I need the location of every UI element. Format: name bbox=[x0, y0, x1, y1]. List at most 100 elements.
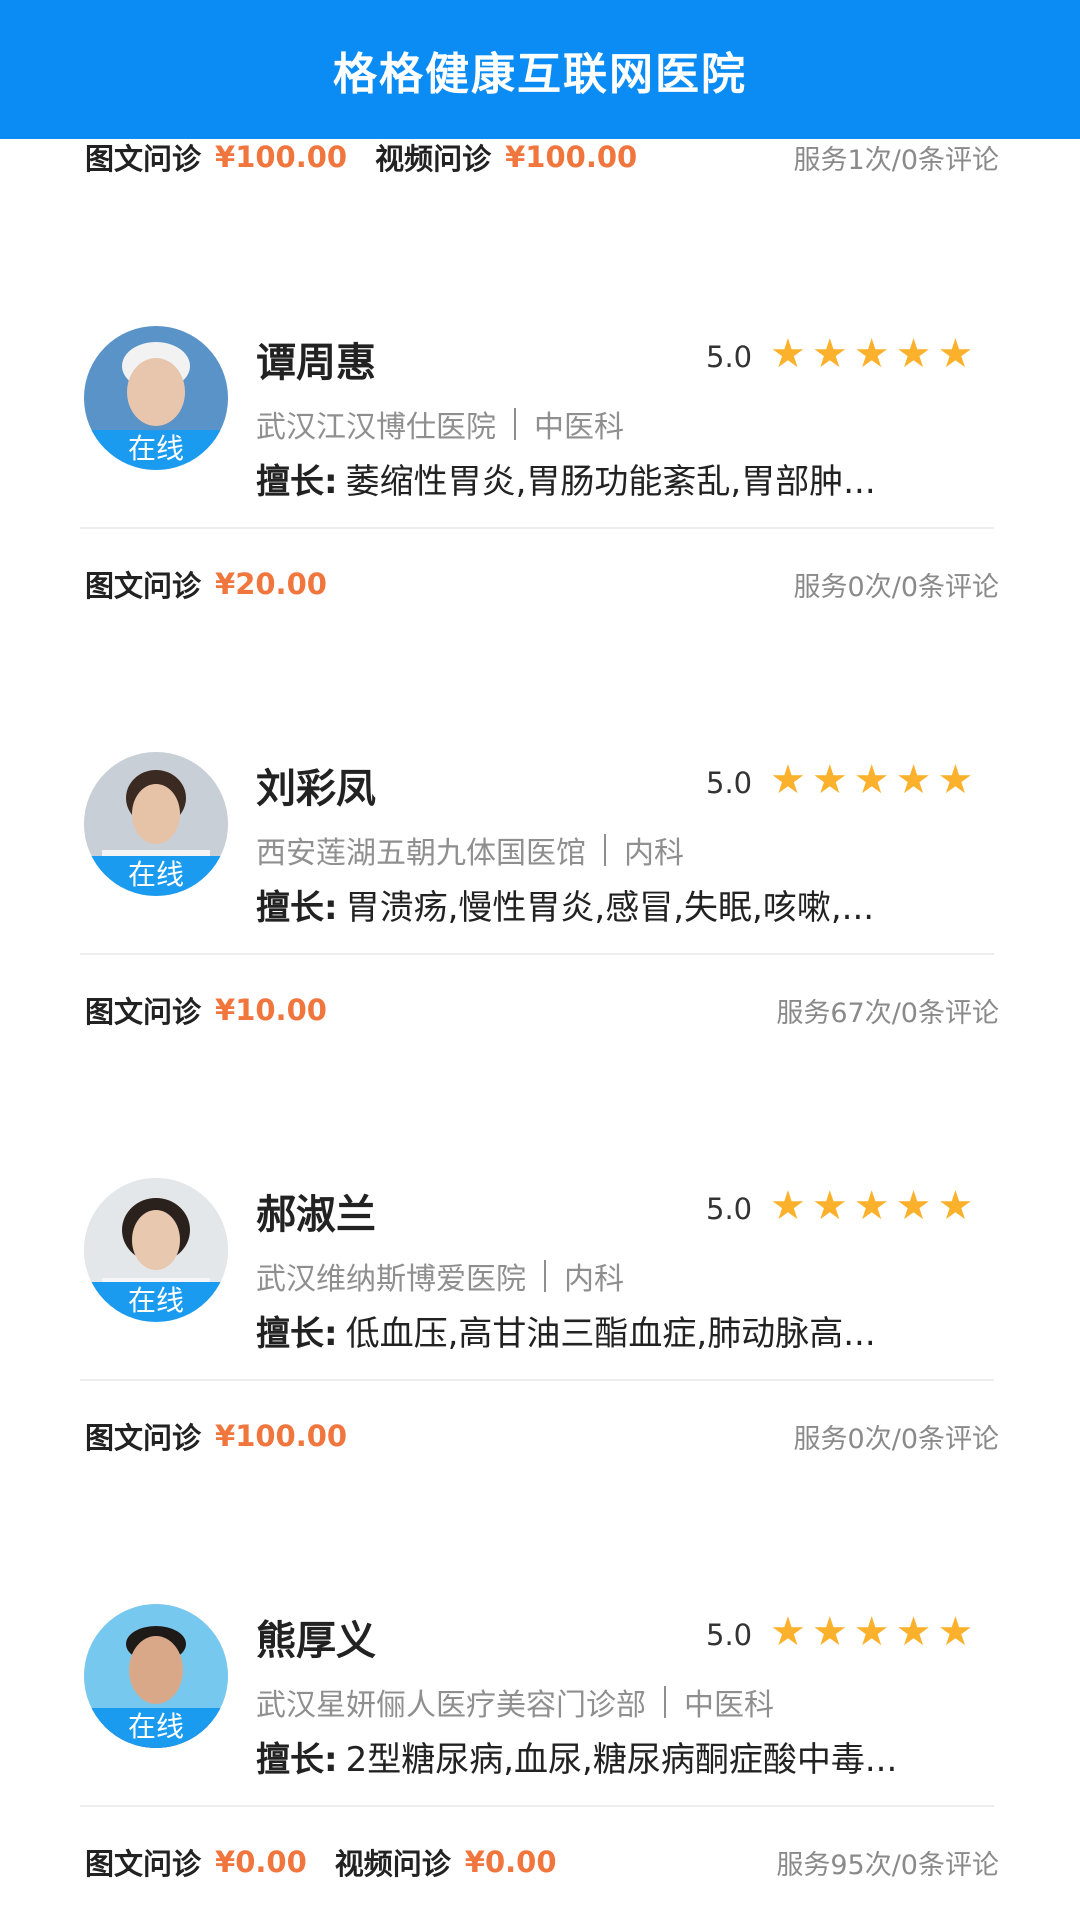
star-icon: ★ bbox=[853, 1183, 890, 1229]
service-label: 图文问诊 bbox=[85, 142, 202, 176]
star-icon: ★ bbox=[770, 331, 806, 377]
star-icon: ★ bbox=[770, 1183, 806, 1229]
service-price: ¥100.00 bbox=[215, 140, 348, 174]
service-stats: 服务95次/0条评论 bbox=[776, 1849, 999, 1881]
service-item[interactable]: 视频问诊 ¥0.00 bbox=[335, 1841, 557, 1883]
skill-text: 低血压,高甘油三酯血症,肺动脉高... bbox=[345, 1314, 876, 1354]
service-item[interactable]: 图文问诊 ¥100.00 bbox=[85, 136, 347, 178]
app-root: 格格健康互联网医院 图文问诊 ¥100.00 视频问诊 ¥100.00 服务1次… bbox=[0, 0, 1080, 1920]
service-item[interactable]: 视频问诊 ¥100.00 bbox=[375, 136, 637, 178]
star-icon: ★ bbox=[937, 1183, 974, 1229]
hospital-line: 武汉维纳斯博爱医院 内科 bbox=[256, 1254, 624, 1298]
doctor-avatar: 在线 bbox=[84, 1604, 228, 1748]
skill-label: 擅长: bbox=[256, 1740, 338, 1780]
service-stats: 服务0次/0条评论 bbox=[793, 571, 999, 603]
service-price: ¥100.00 bbox=[505, 140, 638, 174]
page-title: 格格健康互联网医院 bbox=[333, 48, 747, 100]
app-header: 格格健康互联网医院 bbox=[0, 0, 1080, 139]
service-stats: 服务67次/0条评论 bbox=[776, 997, 999, 1029]
skill-label: 擅长: bbox=[256, 462, 338, 502]
star-icon: ★ bbox=[811, 1183, 848, 1229]
separator bbox=[604, 834, 606, 866]
service-label: 图文问诊 bbox=[85, 995, 202, 1029]
star-icon: ★ bbox=[937, 1609, 974, 1655]
hospital-name: 武汉星妍俪人医疗美容门诊部 bbox=[256, 1688, 646, 1723]
divider bbox=[80, 1805, 994, 1807]
skill-label: 擅长: bbox=[256, 888, 338, 928]
rating-stars: ★ ★ ★ ★ ★ bbox=[770, 758, 979, 802]
star-icon: ★ bbox=[895, 1183, 932, 1229]
skill-line: 擅长: 低血压,高甘油三酯血症,肺动脉高... bbox=[256, 1306, 996, 1355]
service-item[interactable]: 图文问诊 ¥100.00 bbox=[85, 1415, 347, 1457]
hospital-line: 武汉星妍俪人医疗美容门诊部 中医科 bbox=[256, 1680, 774, 1724]
star-icon: ★ bbox=[770, 757, 806, 803]
service-price: ¥20.00 bbox=[215, 567, 327, 601]
department-name: 内科 bbox=[624, 836, 684, 871]
service-row[interactable]: 图文问诊 ¥20.00 服务0次/0条评论 bbox=[85, 554, 999, 614]
separator bbox=[664, 1686, 666, 1718]
doctor-card[interactable]: 在线 郝淑兰 5.0 ★ ★ ★ ★ ★ 武汉维纳斯博爱医院 内科 擅长: 低血压… bbox=[0, 1148, 1080, 1380]
service-label: 图文问诊 bbox=[85, 1421, 202, 1455]
divider bbox=[80, 1379, 994, 1381]
service-label: 图文问诊 bbox=[85, 1847, 202, 1881]
service-label: 图文问诊 bbox=[85, 569, 202, 603]
service-label: 视频问诊 bbox=[334, 1847, 451, 1881]
service-price: ¥10.00 bbox=[215, 993, 327, 1027]
skill-line: 擅长: 胃溃疡,慢性胃炎,感冒,失眠,咳嗽,... bbox=[256, 880, 996, 929]
star-icon: ★ bbox=[895, 1609, 932, 1655]
separator bbox=[544, 1260, 546, 1292]
service-label: 视频问诊 bbox=[375, 142, 492, 176]
star-icon: ★ bbox=[895, 757, 932, 803]
hospital-name: 武汉江汉博仕医院 bbox=[256, 410, 496, 445]
rating-stars: ★ ★ ★ ★ ★ bbox=[770, 332, 979, 376]
doctor-name: 谭周惠 bbox=[256, 340, 376, 386]
star-icon: ★ bbox=[811, 331, 848, 377]
star-icon: ★ bbox=[811, 1609, 848, 1655]
doctor-avatar: 在线 bbox=[84, 1178, 228, 1322]
rating-score: 5.0 bbox=[706, 340, 753, 374]
rating-stars: ★ ★ ★ ★ ★ bbox=[770, 1610, 979, 1654]
star-icon: ★ bbox=[853, 1609, 890, 1655]
service-stats: 服务1次/0条评论 bbox=[793, 144, 999, 176]
doctor-name: 郝淑兰 bbox=[256, 1192, 376, 1238]
service-price: ¥0.00 bbox=[215, 1845, 307, 1879]
hospital-name: 武汉维纳斯博爱医院 bbox=[256, 1262, 526, 1297]
skill-text: 胃溃疡,慢性胃炎,感冒,失眠,咳嗽,... bbox=[345, 888, 875, 928]
star-icon: ★ bbox=[770, 1609, 806, 1655]
department-name: 中医科 bbox=[684, 1688, 774, 1723]
doctor-avatar: 在线 bbox=[84, 752, 228, 896]
star-icon: ★ bbox=[853, 331, 890, 377]
service-row[interactable]: 图文问诊 ¥100.00 服务0次/0条评论 bbox=[85, 1406, 999, 1466]
service-price: ¥0.00 bbox=[464, 1845, 557, 1879]
divider bbox=[80, 527, 994, 529]
service-row[interactable]: 图文问诊 ¥0.00 视频问诊 ¥0.00 服务95次/0条评论 bbox=[85, 1832, 999, 1892]
skill-text: 萎缩性胃炎,胃肠功能紊乱,胃部肿... bbox=[345, 462, 876, 502]
service-item[interactable]: 图文问诊 ¥0.00 bbox=[85, 1841, 307, 1883]
service-item[interactable]: 图文问诊 ¥20.00 bbox=[85, 563, 327, 605]
service-row[interactable]: 图文问诊 ¥10.00 服务67次/0条评论 bbox=[85, 980, 999, 1040]
online-badge: 在线 bbox=[84, 430, 228, 470]
hospital-line: 武汉江汉博仕医院 中医科 bbox=[256, 402, 624, 446]
skill-text: 2型糖尿病,血尿,糖尿病酮症酸中毒... bbox=[345, 1740, 898, 1780]
doctor-card[interactable]: 在线 刘彩凤 5.0 ★ ★ ★ ★ ★ 西安莲湖五朝九体国医馆 内科 擅长: 胃… bbox=[0, 722, 1080, 954]
rating-score: 5.0 bbox=[706, 1192, 753, 1226]
skill-line: 擅长: 2型糖尿病,血尿,糖尿病酮症酸中毒... bbox=[256, 1732, 996, 1781]
hospital-name: 西安莲湖五朝九体国医馆 bbox=[256, 836, 586, 871]
star-icon: ★ bbox=[811, 757, 848, 803]
online-badge: 在线 bbox=[84, 856, 228, 896]
department-name: 中医科 bbox=[534, 410, 624, 445]
skill-line: 擅长: 萎缩性胃炎,胃肠功能紊乱,胃部肿... bbox=[256, 454, 996, 503]
divider bbox=[80, 953, 994, 955]
rating-score: 5.0 bbox=[706, 766, 753, 800]
star-icon: ★ bbox=[853, 757, 890, 803]
service-item[interactable]: 图文问诊 ¥10.00 bbox=[85, 989, 327, 1031]
doctor-card[interactable]: 在线 熊厚义 5.0 ★ ★ ★ ★ ★ 武汉星妍俪人医疗美容门诊部 中医科 擅… bbox=[0, 1574, 1080, 1806]
star-icon: ★ bbox=[937, 757, 974, 803]
separator bbox=[514, 408, 516, 440]
star-icon: ★ bbox=[937, 331, 974, 377]
service-price: ¥100.00 bbox=[215, 1419, 348, 1453]
star-icon: ★ bbox=[895, 331, 932, 377]
doctor-name: 刘彩凤 bbox=[256, 766, 376, 812]
doctor-name: 熊厚义 bbox=[256, 1618, 376, 1664]
doctor-card[interactable]: 在线 谭周惠 5.0 ★ ★ ★ ★ ★ 武汉江汉博仕医院 中医科 擅长: 萎缩性… bbox=[0, 296, 1080, 528]
